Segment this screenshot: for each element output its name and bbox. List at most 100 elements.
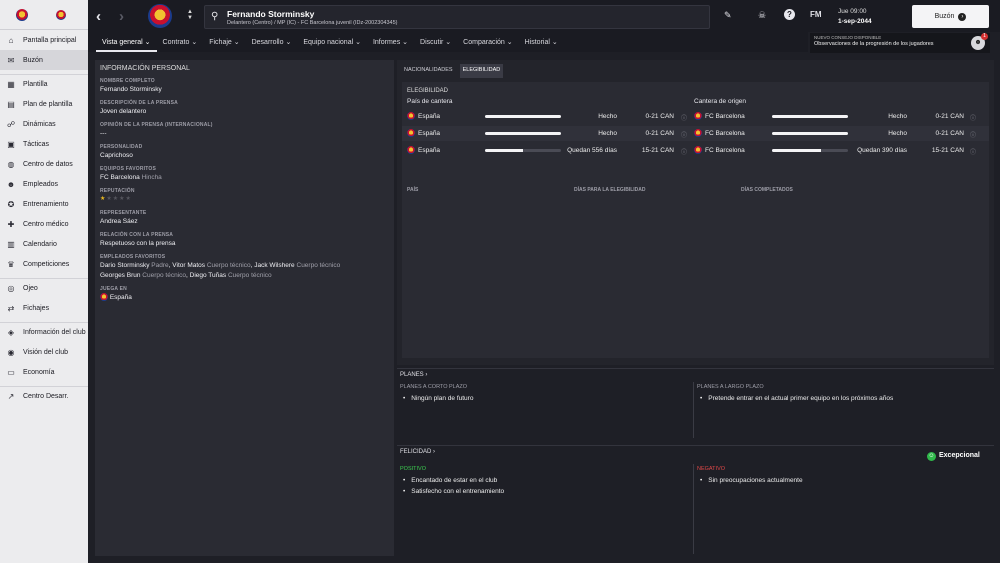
sidebar-item-pantalla-principal[interactable]: ⌂ Pantalla principal [0, 30, 88, 50]
help-icon[interactable]: ? [784, 9, 795, 20]
staff-name[interactable]: Georges Brun [100, 272, 140, 279]
sidebar-item-plantilla[interactable]: ▦ Plantilla [0, 74, 88, 94]
sidebar-item-entrenamiento[interactable]: ✪ Entrenamiento [0, 194, 88, 214]
sidebar-item-centro-m-dico[interactable]: ✚ Centro médico [0, 214, 88, 234]
staff-role: Cuerpo técnico [296, 262, 341, 269]
eligibility-name[interactable]: FC Barcelona [705, 130, 745, 137]
plans-title[interactable]: PLANES › [400, 372, 427, 378]
full-name-label: NOMBRE COMPLETO [100, 78, 155, 84]
col-country-heading: País de cantera [407, 98, 453, 105]
eligibility-name[interactable]: España [418, 130, 440, 137]
sidebar-item-empleados[interactable]: ☻ Empleados [0, 174, 88, 194]
spain-flag-icon [100, 293, 108, 302]
sidebar-item-t-cticas[interactable]: ▣ Tácticas [0, 134, 88, 154]
nation-crest-icon[interactable] [56, 9, 66, 20]
player-name: Fernando Storminsky [227, 9, 315, 19]
happiness-title[interactable]: FELICIDAD › [400, 449, 435, 455]
tab-historial[interactable]: Historial ⌄ [519, 32, 564, 52]
fav-team-name[interactable]: FC Barcelona [100, 174, 140, 181]
sidebar-item-label: Plantilla [23, 81, 48, 88]
info-icon[interactable]: ⓘ [970, 130, 976, 139]
sidebar-item-calendario[interactable]: ▥ Calendario [0, 234, 88, 254]
advisor-avatar-icon[interactable]: ☻ 1 [971, 33, 988, 50]
tab-contrato[interactable]: Contrato ⌄ [157, 32, 204, 52]
happy-face-icon: ☺ [927, 452, 936, 461]
sidebar-item-centro-desarr-[interactable]: ↗ Centro Desarr. [0, 386, 88, 406]
player-switch-icon[interactable]: ▲ ▼ [187, 9, 193, 21]
staff-name[interactable]: Diego Tuñas [190, 272, 227, 279]
press-opinion-value: --- [100, 130, 107, 137]
eligibility-status: Hecho [598, 130, 617, 137]
info-icon[interactable]: ⓘ [681, 130, 687, 139]
sidebar-item-visi-n-del-club[interactable]: ◉ Visión del club [0, 342, 88, 362]
press-desc-value: Joven delantero [100, 108, 147, 115]
sidebar-item-competiciones[interactable]: ♛ Competiciones [0, 254, 88, 274]
staff-name[interactable]: Dario Storminsky [100, 262, 149, 269]
sidebar-item-plan-de-plantilla[interactable]: ▤ Plan de plantilla [0, 94, 88, 114]
staff-role: Cuerpo técnico [206, 262, 251, 269]
eligibility-name[interactable]: FC Barcelona [705, 113, 745, 120]
sidebar-item-din-micas[interactable]: ☍ Dinámicas [0, 114, 88, 134]
long-plan-item: Pretende entrar en el actual primer equi… [700, 395, 893, 402]
tab-fichaje[interactable]: Fichaje ⌄ [203, 32, 245, 52]
tab-informes[interactable]: Informes ⌄ [367, 32, 414, 52]
info-icon[interactable]: ⓘ [681, 147, 687, 156]
sidebar-item-econom-a[interactable]: ▭ Economía [0, 362, 88, 382]
chevron-down-icon: ⌄ [549, 39, 558, 46]
edit-pencil-icon[interactable]: ✎ [724, 10, 732, 21]
chevron-down-icon: ⌄ [189, 39, 198, 46]
player-club-crest[interactable] [148, 4, 172, 28]
eligibility-name[interactable]: FC Barcelona [705, 147, 745, 154]
sidebar-item-informaci-n-del-club[interactable]: ◈ Información del club [0, 322, 88, 342]
staff-name[interactable]: Vitor Matos [172, 262, 205, 269]
skull-icon[interactable]: ☠ [758, 10, 766, 21]
medical-icon: ✚ [7, 219, 15, 229]
tab-discutir[interactable]: Discutir ⌄ [414, 32, 457, 52]
sidebar-item-buz-n[interactable]: ✉ Buzón [0, 50, 88, 70]
sidebar-top [0, 0, 88, 30]
sidebar-item-label: Centro Desarr. [23, 393, 69, 400]
search-box[interactable]: ⚲ Fernando Storminsky Delantero (Centro)… [204, 5, 710, 29]
advice-notice[interactable]: NUEVO CONSEJO DISPONIBLE Observaciones d… [810, 33, 990, 53]
positive-item: Satisfecho con el entrenamiento [403, 488, 504, 495]
eligibility-status: Hecho [888, 130, 907, 137]
tab-comparaci-n[interactable]: Comparación ⌄ [457, 32, 518, 52]
eligibility-name[interactable]: España [418, 113, 440, 120]
notice-count: 1 [981, 33, 988, 40]
forward-arrow-icon[interactable]: › [119, 8, 124, 25]
fm-logo[interactable]: FM [810, 10, 822, 19]
subtab-nacionalidades[interactable]: NACIONALIDADES [401, 64, 456, 78]
club-crest-icon [694, 112, 702, 120]
eligibility-progress-bar [772, 115, 848, 118]
sidebar-item-ojeo[interactable]: ◎ Ojeo [0, 278, 88, 298]
back-arrow-icon[interactable]: ‹ [96, 8, 101, 25]
eligibility-progress-bar [485, 149, 561, 152]
personal-info-panel: INFORMACIÓN PERSONAL NOMBRE COMPLETO Fer… [95, 60, 394, 556]
tab-equipo-nacional[interactable]: Equipo nacional ⌄ [297, 32, 367, 52]
staff-name[interactable]: Jack Wilshere [254, 262, 294, 269]
tab-desarrollo[interactable]: Desarrollo ⌄ [246, 32, 298, 52]
tab-vista-general[interactable]: Vista general ⌄ [96, 32, 157, 52]
agent-label: REPRESENTANTE [100, 210, 147, 216]
chevron-down-icon: ⌄ [283, 39, 292, 46]
continue-button[interactable]: Buzón › [912, 5, 989, 28]
chevron-down-icon: ⌄ [353, 39, 361, 46]
info-icon[interactable]: ⓘ [970, 113, 976, 122]
sidebar-item-centro-de-datos[interactable]: ◍ Centro de datos [0, 154, 88, 174]
eligibility-subtabs: NACIONALIDADES ELEGIBILIDAD [401, 64, 990, 78]
fav-staff-label: EMPLEADOS FAVORITOS [100, 254, 166, 260]
subtab-elegibilidad[interactable]: ELEGIBILIDAD [459, 64, 504, 78]
eligibility-age: 0-21 CAN [935, 130, 964, 137]
info-icon[interactable]: ⓘ [681, 113, 687, 122]
agent-value[interactable]: Andrea Sáez [100, 217, 389, 226]
club-crest-icon[interactable] [16, 8, 28, 21]
chevron-down-icon: ⌄ [400, 39, 409, 46]
plays-in-country[interactable]: España [110, 294, 132, 301]
sidebar-item-label: Competiciones [23, 260, 70, 268]
sidebar-item-fichajes[interactable]: ⇄ Fichajes [0, 298, 88, 318]
eligibility-name[interactable]: España [418, 147, 440, 154]
trophy-icon: ♛ [7, 259, 15, 269]
eligibility-status: Quedan 556 días [567, 147, 617, 154]
info-icon[interactable]: ⓘ [970, 147, 976, 156]
eligibility-panel: NACIONALIDADES ELEGIBILIDAD ELEGIBILIDAD … [397, 60, 994, 365]
